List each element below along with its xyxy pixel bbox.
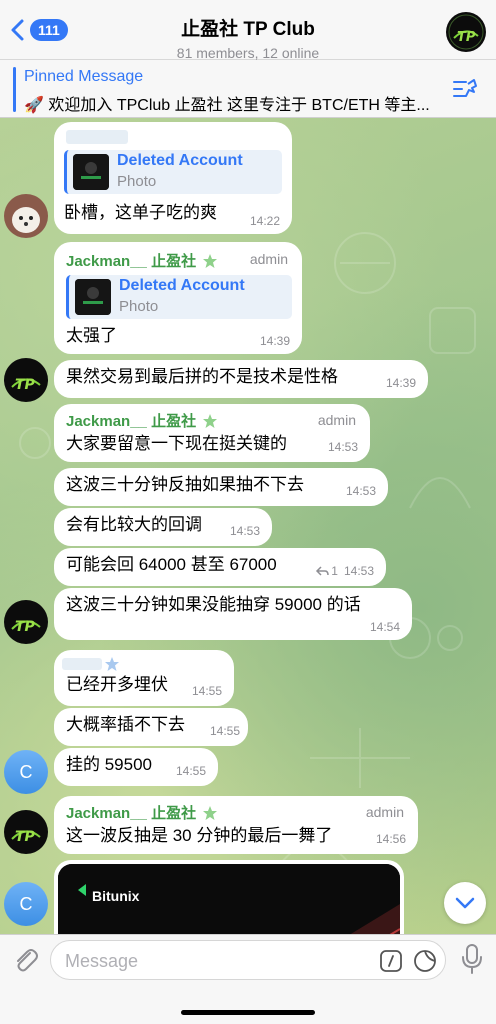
home-indicator [181,1010,315,1015]
wallpaper-doodle [429,307,476,354]
sender-name[interactable]: Jackman__ 止盈社 [66,410,358,431]
blurred-sender-name [62,658,102,670]
admin-badge: admin [365,804,404,820]
chevron-down-icon [455,897,475,909]
star-icon [203,253,218,268]
message-time: 14:56 [375,832,406,846]
wallpaper-doodle [19,427,51,459]
message-bubble[interactable]: Jackman__ 止盈社 admin 这一波反抽是 30 分钟的最后一舞了 1… [54,796,418,854]
reply-count: 1 [331,564,338,578]
command-icon[interactable] [379,949,403,973]
reply-arrow-icon [316,566,330,576]
user-avatar[interactable]: C [4,882,48,926]
message-time: 14:55 [175,764,206,778]
reply-sender: Deleted Account [117,152,243,169]
scroll-to-bottom-button[interactable] [444,882,486,924]
message-time: 14:53 [327,440,358,454]
reply-preview[interactable]: Deleted Account Photo [66,275,292,319]
star-icon [203,413,218,428]
reply-sender: Deleted Account [119,277,245,294]
microphone-icon[interactable] [460,943,484,975]
pinned-indicator [13,67,16,112]
reply-preview[interactable]: Deleted Account Photo [64,150,282,194]
pinned-text: 🚀 欢迎加入 TPClub 止盈社 这里专注于 BTC/ETH 等主... [24,97,430,114]
pinned-list-icon[interactable] [452,78,478,100]
message-bubble[interactable]: 会有比较大的回调 14:53 [54,508,272,546]
message-bubble[interactable]: Deleted Account Photo 卧槽，这单子吃的爽 14:22 [54,122,292,234]
message-time: 14:54 [369,620,400,634]
sender-label: Jackman__ 止盈社 [66,413,197,430]
reply-thumbnail [73,154,109,190]
chat-subtitle: 81 members, 12 online [176,45,320,61]
reply-thumbnail [75,279,111,315]
message-text: 这一波反抽是 30 分钟的最后一舞了 [66,826,333,845]
star-icon [105,657,119,671]
svg-text:TP: TP [15,619,36,635]
sender-label: Jackman__ 止盈社 [66,253,197,270]
message-meta: 1 14:53 [315,564,374,578]
wallpaper-doodle [310,728,410,788]
message-bubble[interactable]: Jackman__ 止盈社 admin Deleted Account Phot… [54,242,302,354]
message-bubble[interactable]: 可能会回 64000 甚至 67000 1 14:53 [54,548,386,586]
message-time: 14:53 [345,484,376,498]
sticker-icon[interactable] [413,949,437,973]
message-bubble[interactable]: 大概率插不下去 14:55 [54,708,248,746]
message-text: 果然交易到最后拼的不是技术是性格 [66,367,338,386]
bitunix-brand: Bitunix [92,888,140,904]
wallpaper-doodle [409,477,471,509]
message-time: 14:22 [249,214,280,228]
blurred-sender-name [66,130,128,144]
message-bubble[interactable]: 这波三十分钟反抽如果抽不下去 14:53 [54,468,388,506]
tp-logo-icon: TP [446,12,486,52]
tp-logo-icon: TP [4,358,48,402]
sender-name[interactable]: Jackman__ 止盈社 [66,802,406,823]
message-time: 14:39 [259,334,290,348]
group-avatar[interactable]: TP [446,12,486,52]
tp-logo-icon: TP [4,600,48,644]
admin-avatar[interactable]: TP [4,810,48,854]
message-bubble[interactable]: Jackman__ 止盈社 admin 大家要留意一下现在挺关键的 14:53 [54,404,370,462]
message-time: 14:55 [191,684,222,698]
paperclip-icon[interactable] [10,945,40,975]
image-preview: Bitunix [58,864,400,934]
message-text: 大家要留意一下现在挺关键的 [66,434,287,453]
svg-text:TP: TP [15,377,36,393]
user-avatar[interactable]: C [4,750,48,794]
message-time: 14:53 [343,564,374,578]
message-time: 14:55 [209,724,240,738]
chat-title-area[interactable]: 止盈社 TP Club 81 members, 12 online [0,14,496,61]
admin-avatar[interactable]: TP [4,600,48,644]
message-bubble[interactable]: 这波三十分钟如果没能抽穿 59000 的话 14:54 [54,588,412,640]
reply-type: Photo [119,298,159,315]
tp-logo-icon: TP [4,810,48,854]
message-list[interactable]: Deleted Account Photo 卧槽，这单子吃的爽 14:22 Ja… [0,118,496,934]
dog-photo-avatar [4,194,48,238]
image-message[interactable]: Bitunix [54,860,404,934]
chat-header: 111 止盈社 TP Club 81 members, 12 online TP [0,0,496,61]
pinned-message-bar[interactable]: Pinned Message 🚀 欢迎加入 TPClub 止盈社 这里专注于 B… [0,60,496,118]
pinned-title: Pinned Message [24,68,144,85]
sender-label: Jackman__ 止盈社 [66,805,197,822]
message-bubble[interactable]: 已经开多埋伏 14:55 [54,650,234,706]
message-text: 太强了 [66,326,117,345]
wallpaper-doodle [334,232,396,294]
reply-type: Photo [117,173,157,190]
message-time: 14:53 [229,524,260,538]
svg-text:TP: TP [457,30,476,45]
svg-text:TP: TP [15,829,36,845]
admin-badge: admin [249,251,288,267]
admin-badge: admin [317,412,356,428]
message-input[interactable]: Message [50,940,446,980]
message-placeholder: Message [65,951,139,971]
user-avatar[interactable] [4,194,48,238]
message-time: 14:39 [385,376,416,390]
star-icon [203,805,218,820]
message-bubble[interactable]: 果然交易到最后拼的不是技术是性格 14:39 [54,360,428,398]
chat-title: 止盈社 TP Club [181,19,315,40]
message-bubble[interactable]: 挂的 59500 14:55 [54,748,218,786]
message-text: 这波三十分钟反抽如果抽不下去 [66,475,304,494]
admin-avatar[interactable]: TP [4,358,48,402]
message-text: 这波三十分钟如果没能抽穿 59000 的话 [66,595,361,614]
